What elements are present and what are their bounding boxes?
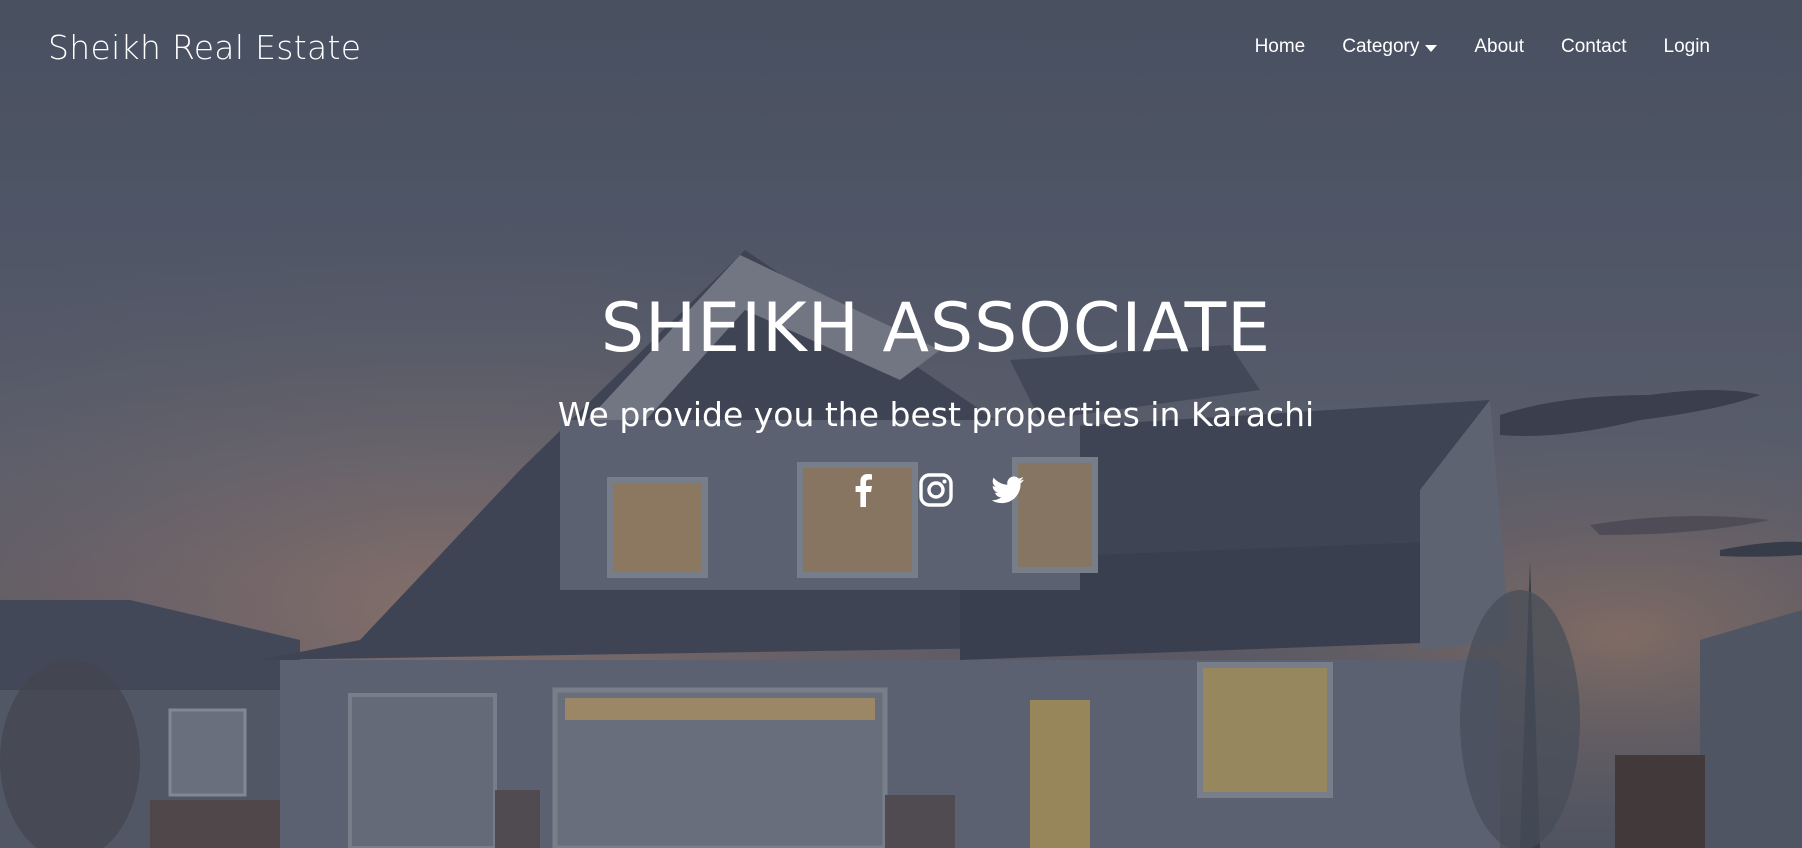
nav-link-category-label: Category	[1342, 36, 1420, 57]
social-links	[70, 472, 1802, 508]
hero-subtitle: We provide you the best properties in Ka…	[557, 394, 1315, 434]
nav-link-contact[interactable]: Contact	[1561, 36, 1626, 58]
nav-link-home[interactable]: Home	[1255, 36, 1306, 58]
facebook-link[interactable]	[846, 472, 882, 508]
nav-item-contact: Contact	[1561, 36, 1626, 58]
caret-down-icon	[1425, 44, 1438, 52]
hero-title: SHEIKH ASSOCIATE	[600, 289, 1272, 368]
twitter-icon	[991, 476, 1024, 503]
instagram-link[interactable]	[918, 472, 954, 508]
hero-section: Sheikh Real Estate Home Category About C…	[0, 0, 1802, 848]
instagram-icon	[919, 473, 953, 507]
hero-content: SHEIKH ASSOCIATE We provide you the best…	[0, 289, 1802, 508]
nav-link-login[interactable]: Login	[1664, 36, 1711, 58]
nav-link-about[interactable]: About	[1474, 36, 1524, 58]
brand-logo-link[interactable]: Sheikh Real Estate	[48, 28, 361, 67]
nav-link-category-dropdown[interactable]: Category	[1342, 36, 1438, 58]
nav-item-home: Home	[1255, 36, 1306, 58]
nav-links: Home Category About Contact Login	[1255, 36, 1710, 58]
nav-item-about: About	[1474, 36, 1524, 58]
twitter-link[interactable]	[990, 472, 1026, 508]
nav-item-login: Login	[1664, 36, 1711, 58]
navbar: Sheikh Real Estate Home Category About C…	[0, 0, 1802, 94]
nav-item-category: Category	[1342, 36, 1438, 58]
facebook-icon	[855, 473, 872, 507]
